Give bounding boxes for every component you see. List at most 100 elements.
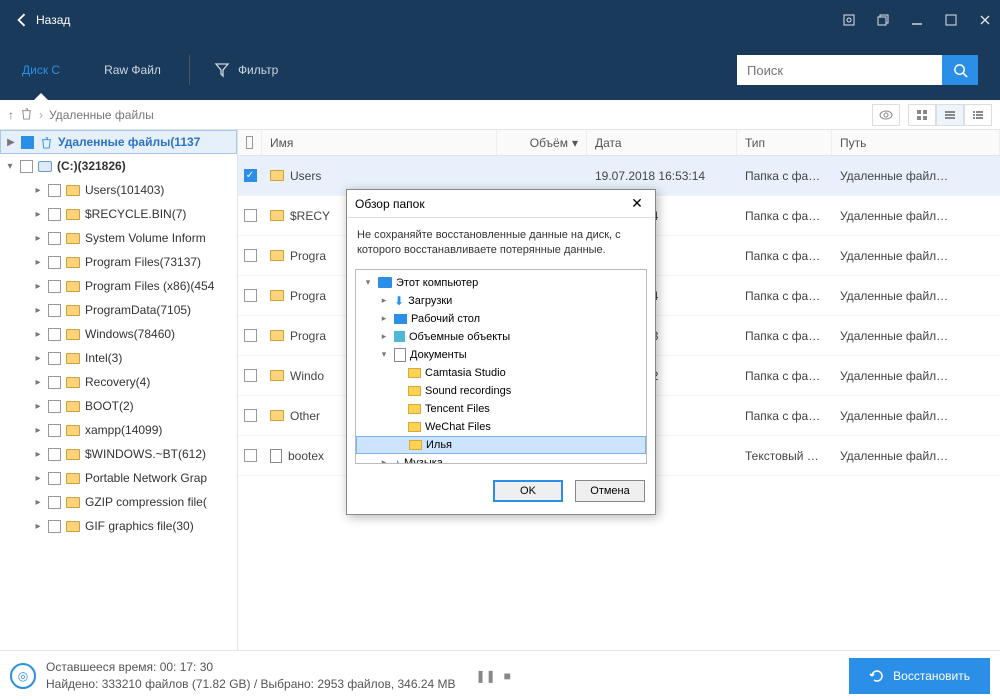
view-detail[interactable] xyxy=(964,104,992,126)
select-all-checkbox[interactable] xyxy=(246,136,253,149)
tree-item[interactable]: ▸GZIP compression file( xyxy=(0,490,237,514)
view-list[interactable] xyxy=(936,104,964,126)
chevron-right-icon[interactable]: ▶ xyxy=(5,137,17,148)
minimize-icon[interactable] xyxy=(910,13,924,27)
chevron-right-icon[interactable]: ▸ xyxy=(32,353,44,364)
dialog-message: Не сохраняйте восстановленные данные на … xyxy=(347,218,655,265)
tree-item[interactable]: ▸$RECYCLE.BIN(7) xyxy=(0,202,237,226)
checkbox[interactable] xyxy=(48,400,61,413)
sort-icon: ▾ xyxy=(572,136,578,150)
row-checkbox[interactable] xyxy=(244,289,257,302)
tree-item[interactable]: ▸xampp(14099) xyxy=(0,418,237,442)
row-checkbox[interactable] xyxy=(244,249,257,262)
chevron-right-icon[interactable]: ▸ xyxy=(32,401,44,412)
restore-icon[interactable] xyxy=(876,13,890,27)
col-name[interactable]: Имя xyxy=(262,130,497,155)
chevron-right-icon[interactable]: ▸ xyxy=(32,305,44,316)
chevron-right-icon[interactable]: ▸ xyxy=(32,449,44,460)
folder-icon xyxy=(270,330,284,341)
filter-button[interactable]: Фильтр xyxy=(196,62,296,78)
search-input[interactable] xyxy=(737,55,942,85)
chevron-right-icon[interactable]: ▸ xyxy=(32,473,44,484)
maximize-icon[interactable] xyxy=(944,13,958,27)
checkbox[interactable] xyxy=(48,352,61,365)
checkbox[interactable] xyxy=(48,496,61,509)
dialog-tree[interactable]: ▾Этот компьютер ▸⬇Загрузки ▸Рабочий стол… xyxy=(355,269,647,464)
pause-button[interactable]: ❚❚ xyxy=(476,669,496,683)
chevron-right-icon[interactable]: ▸ xyxy=(32,377,44,388)
tree-item[interactable]: ▸Program Files(73137) xyxy=(0,250,237,274)
folder-icon xyxy=(65,254,81,270)
checkbox[interactable] xyxy=(48,256,61,269)
back-button[interactable]: Назад xyxy=(8,9,78,31)
chevron-right-icon[interactable]: ▸ xyxy=(32,497,44,508)
chevron-right-icon[interactable]: ▸ xyxy=(32,281,44,292)
tree-item[interactable]: ▸ProgramData(7105) xyxy=(0,298,237,322)
tab-disk-c[interactable]: Диск С xyxy=(0,40,82,100)
tree-deleted-root[interactable]: ▶ Удаленные файлы(1137 xyxy=(0,130,237,154)
tree-item[interactable]: ▸System Volume Inform xyxy=(0,226,237,250)
chevron-right-icon[interactable]: ▸ xyxy=(32,425,44,436)
row-checkbox[interactable] xyxy=(244,409,257,422)
tree-item[interactable]: ▸Windows(78460) xyxy=(0,322,237,346)
checkbox[interactable] xyxy=(20,160,33,173)
close-icon[interactable] xyxy=(978,13,992,27)
checkbox[interactable] xyxy=(48,184,61,197)
folder-ilya-selected[interactable]: Илья xyxy=(356,436,646,454)
tab-raw-file[interactable]: Raw Файл xyxy=(82,40,183,100)
checkbox[interactable] xyxy=(48,376,61,389)
checkbox[interactable] xyxy=(48,424,61,437)
checkbox[interactable] xyxy=(48,448,61,461)
tree-item[interactable]: ▸$WINDOWS.~BT(612) xyxy=(0,442,237,466)
tree-item[interactable]: ▸Recovery(4) xyxy=(0,370,237,394)
checkbox[interactable] xyxy=(48,304,61,317)
search-button[interactable] xyxy=(942,55,978,85)
tree-item[interactable]: ▸GIF graphics file(30) xyxy=(0,514,237,538)
checkbox[interactable] xyxy=(48,232,61,245)
checkbox[interactable] xyxy=(48,520,61,533)
row-checkbox[interactable] xyxy=(244,369,257,382)
dialog-close-button[interactable]: ✕ xyxy=(627,195,647,212)
stop-button[interactable]: ■ xyxy=(504,669,511,683)
chevron-right-icon[interactable]: ▸ xyxy=(32,329,44,340)
filter-label: Фильтр xyxy=(238,63,278,77)
tree-item[interactable]: ▸BOOT(2) xyxy=(0,394,237,418)
row-path: Удаленные файл… xyxy=(832,249,1000,263)
separator xyxy=(189,55,190,85)
checkbox[interactable] xyxy=(21,136,34,149)
chevron-right-icon[interactable]: ▸ xyxy=(32,521,44,532)
col-volume[interactable]: Объём▾ xyxy=(497,130,587,155)
tree-item[interactable]: ▸Program Files (x86)(454 xyxy=(0,274,237,298)
dialog-ok-button[interactable]: OK xyxy=(493,480,563,502)
trash-icon[interactable] xyxy=(20,107,33,123)
chevron-right-icon[interactable]: ▸ xyxy=(32,257,44,268)
breadcrumb-text[interactable]: Удаленные файлы xyxy=(49,108,154,122)
chevron-right-icon[interactable]: ▸ xyxy=(32,233,44,244)
col-date[interactable]: Дата xyxy=(587,130,737,155)
checkbox[interactable] xyxy=(48,280,61,293)
col-path[interactable]: Путь xyxy=(832,130,1000,155)
tree-item[interactable]: ▸ Intel(3) xyxy=(0,346,237,370)
view-grid[interactable] xyxy=(908,104,936,126)
recover-button[interactable]: Восстановить xyxy=(849,658,990,694)
chevron-right-icon[interactable]: ▸ xyxy=(32,209,44,220)
checkbox[interactable] xyxy=(48,472,61,485)
col-type[interactable]: Тип xyxy=(737,130,832,155)
row-checkbox[interactable]: ✓ xyxy=(244,169,257,182)
tree-item[interactable]: ▸Users(101403) xyxy=(0,178,237,202)
folder-icon xyxy=(270,370,284,381)
row-checkbox[interactable] xyxy=(244,209,257,222)
tree-item[interactable]: ▸Portable Network Grap xyxy=(0,466,237,490)
chevron-right-icon[interactable]: ▸ xyxy=(32,185,44,196)
row-checkbox[interactable] xyxy=(244,329,257,342)
dialog-cancel-button[interactable]: Отмена xyxy=(575,480,645,502)
preview-toggle[interactable] xyxy=(872,104,900,126)
checkbox[interactable] xyxy=(48,208,61,221)
checkbox[interactable] xyxy=(48,328,61,341)
tree-label: Intel(3) xyxy=(85,351,122,365)
chevron-down-icon[interactable]: ▾ xyxy=(4,161,16,172)
pin-icon[interactable] xyxy=(842,13,856,27)
row-checkbox[interactable] xyxy=(244,449,257,462)
up-icon[interactable]: ↑ xyxy=(8,108,14,122)
tree-drive-c[interactable]: ▾ (C:)(321826) xyxy=(0,154,237,178)
